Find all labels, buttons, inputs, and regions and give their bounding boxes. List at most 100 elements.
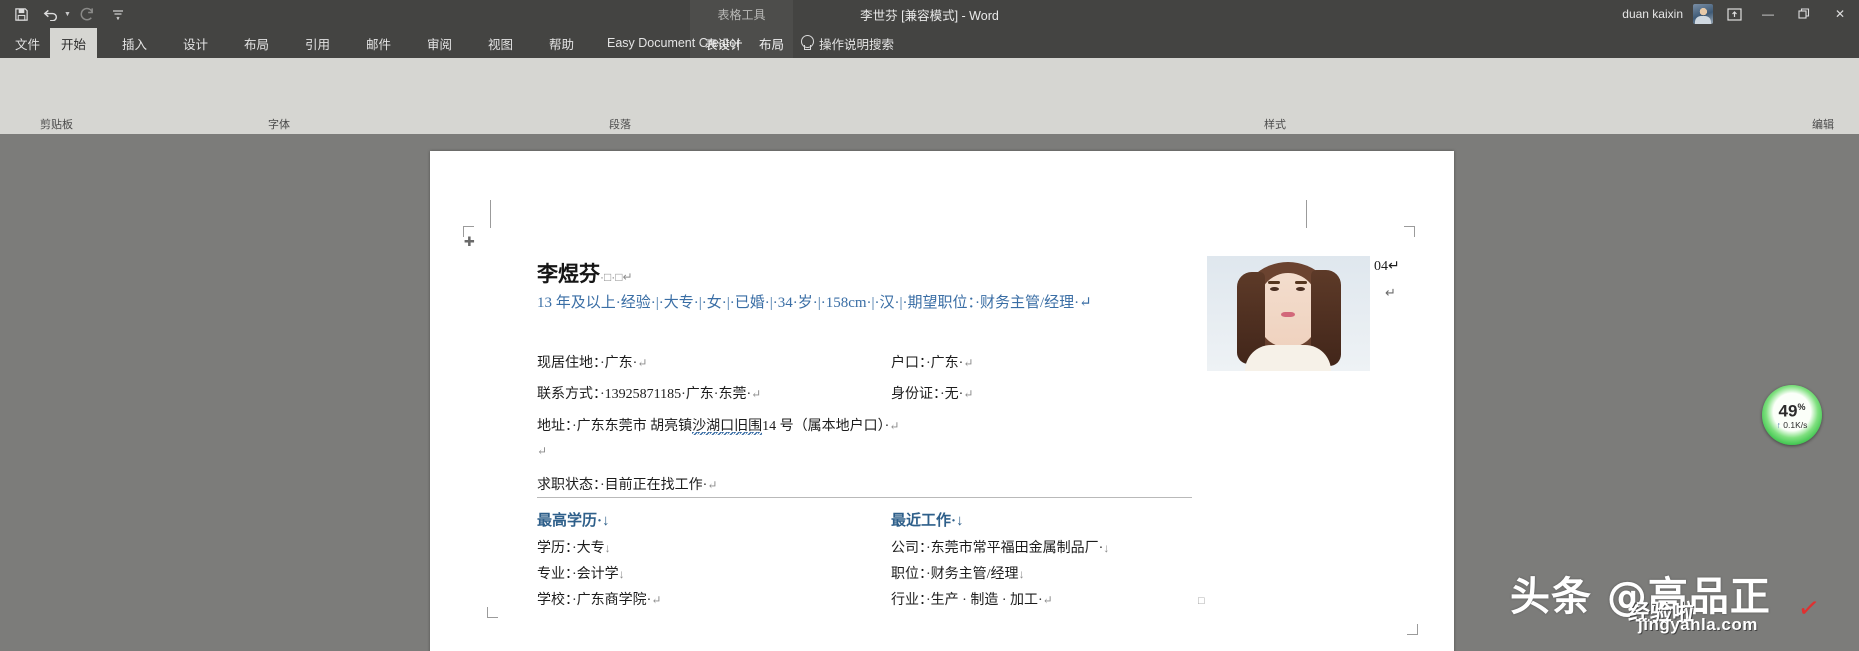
tab-table-layout[interactable]: 布局: [748, 28, 795, 58]
field-value: ·无·: [940, 387, 964, 402]
address-post: 14 号（属本地户口）·: [762, 419, 890, 434]
status-label: 求职状态：: [537, 478, 600, 493]
margin-mark-bottom-left: [487, 607, 498, 618]
tab-help[interactable]: 帮助: [538, 28, 585, 58]
tab-file[interactable]: 文件: [4, 28, 51, 58]
row-label: 公司：: [891, 541, 926, 556]
document-title: 李世芬 [兼容模式] - Word: [860, 8, 999, 23]
row-label: 行业：: [891, 593, 926, 608]
table-resize-handle[interactable]: □: [1198, 595, 1205, 607]
watermark: 头条 @高品正 经验啦 jingyanla.com ✓: [1510, 575, 1850, 637]
tab-view[interactable]: 视图: [477, 28, 524, 58]
row-label: 职位：: [891, 567, 926, 582]
undo-icon[interactable]: [38, 2, 64, 26]
line-break-mark: ↓: [604, 541, 611, 555]
margin-mark-top-right: [1404, 226, 1415, 237]
row-value: ·会计学: [572, 567, 619, 582]
ribbon-group-labels: 剪贴板 字体 段落 样式 编辑: [0, 114, 1859, 134]
tab-design[interactable]: 设计: [172, 28, 219, 58]
undo-dropdown-caret[interactable]: ▼: [64, 11, 71, 18]
field-job-status: 求职状态：·目前正在找工作·↵: [537, 474, 717, 494]
user-name[interactable]: duan kaixin: [1622, 7, 1683, 21]
group-label-styles: 样式: [1264, 119, 1286, 131]
field-value: ·13925871185·广东·东莞·: [600, 387, 752, 402]
paragraph-mark: ↵: [751, 387, 762, 401]
tell-me-search[interactable]: 操作说明搜索: [800, 28, 894, 58]
ribbon-tabs: 文件 开始 插入 设计 布局 引用 邮件 审阅 视图 帮助 Easy Docum…: [0, 28, 1859, 58]
tab-table-design[interactable]: 表设计: [694, 28, 754, 58]
photo-face: [1259, 273, 1317, 347]
row-label: 专业：: [537, 567, 572, 582]
field-address: 地址：·广东东莞市 胡亮镇沙湖口旧围14 号（属本地户口）·↵: [537, 415, 900, 437]
line-break-mark: ↓: [1018, 567, 1025, 581]
field-label: 户口：: [891, 356, 926, 371]
margin-guide-right: [1306, 200, 1307, 228]
resume-headline: 13 年及以上·经验·|·大专·|·女·|·已婚·|·34·岁·|·158cm·…: [537, 295, 1092, 311]
save-icon[interactable]: [8, 2, 34, 26]
work-position-row: 职位：·财务主管/经理↓: [891, 563, 1025, 583]
resume-photo[interactable]: [1207, 256, 1370, 371]
photo-eye-left: [1270, 287, 1279, 291]
section-divider: [537, 497, 1192, 498]
tab-references[interactable]: 引用: [294, 28, 341, 58]
tab-home[interactable]: 开始: [50, 28, 98, 58]
badge-rate-value: 0.1K/s: [1783, 420, 1808, 431]
badge-rate: ↑ 0.1K/s: [1777, 420, 1808, 430]
tab-layout[interactable]: 布局: [233, 28, 280, 58]
field-id-card: 身份证：·无·↵: [891, 383, 973, 403]
line-break-mark: ↓: [1103, 541, 1110, 555]
work-industry-row: 行业：·生产 · 制造 · 加工·↵: [891, 589, 1053, 609]
field-value: ·广东·: [926, 356, 964, 371]
section-title-recent-work: 最近工作·↓: [891, 513, 964, 529]
titlebar-right-cluster: duan kaixin — ✕: [1622, 0, 1853, 28]
watermark-url: jingyanla.com: [1638, 615, 1758, 634]
network-speed-badge[interactable]: 49% ↑ 0.1K/s: [1762, 385, 1822, 445]
paragraph-mark: ↵: [963, 356, 974, 370]
field-label: 现居住地：: [537, 356, 600, 371]
group-label-font: 字体: [268, 119, 290, 131]
photo-shirt: [1245, 345, 1331, 371]
photo-mouth: [1281, 312, 1295, 317]
restore-button[interactable]: [1791, 2, 1817, 26]
address-spellcheck-span: 沙湖口旧围: [692, 419, 763, 437]
row-label: 学历：: [537, 541, 572, 556]
customize-qat-icon[interactable]: [105, 2, 131, 26]
ribbon-display-options-icon[interactable]: [1723, 3, 1745, 25]
paragraph-mark: ↵: [889, 419, 900, 433]
row-label: 学校：: [537, 593, 572, 608]
lightbulb-icon: [800, 35, 814, 51]
education-major-row: 专业：·会计学↓: [537, 563, 625, 583]
tab-mailings[interactable]: 邮件: [355, 28, 402, 58]
field-label: 联系方式：: [537, 387, 600, 402]
close-button[interactable]: ✕: [1827, 2, 1853, 26]
badge-percent-value: 49: [1778, 401, 1798, 421]
photo-cell-marker: 04↵: [1374, 259, 1400, 274]
education-degree-row: 学历：·大专↓: [537, 537, 611, 557]
tell-me-label: 操作说明搜索: [819, 37, 895, 52]
tab-review[interactable]: 审阅: [416, 28, 463, 58]
photo-brow-left: [1268, 281, 1280, 284]
field-current-residence: 现居住地：·广东·↵: [537, 352, 647, 372]
address-label: 地址：: [537, 419, 572, 434]
group-label-clipboard: 剪贴板: [40, 119, 73, 131]
row-value: ·财务主管/经理: [926, 567, 1019, 582]
avatar[interactable]: [1693, 4, 1713, 24]
margin-mark-bottom-right: [1407, 624, 1418, 635]
word-window: ▼ 表格工具 李世芬 [兼容模式] - Word duan kaixin — ✕: [0, 0, 1859, 651]
row-value: ·东莞市常平福田金属制品厂·: [926, 541, 1104, 556]
section-title-education: 最高学历·↓: [537, 513, 610, 529]
badge-percent: 49%: [1778, 400, 1806, 421]
margin-guide-left: [490, 200, 491, 228]
photo-brow-right: [1295, 281, 1307, 284]
title-bar: ▼ 表格工具 李世芬 [兼容模式] - Word duan kaixin — ✕: [0, 0, 1859, 28]
redo-icon[interactable]: [75, 2, 101, 26]
move-table-handle-icon[interactable]: ✚: [464, 234, 475, 250]
badge-percent-unit: %: [1797, 401, 1806, 412]
text-cursor-mark: ↵: [1385, 285, 1396, 300]
paragraph-mark: ↵: [637, 356, 648, 370]
minimize-button[interactable]: —: [1755, 2, 1781, 26]
resume-name-text: 李煜芬: [537, 263, 600, 286]
field-value: ·广东·: [600, 356, 638, 371]
paragraph-mark: ↵: [707, 478, 718, 492]
tab-insert[interactable]: 插入: [111, 28, 158, 58]
